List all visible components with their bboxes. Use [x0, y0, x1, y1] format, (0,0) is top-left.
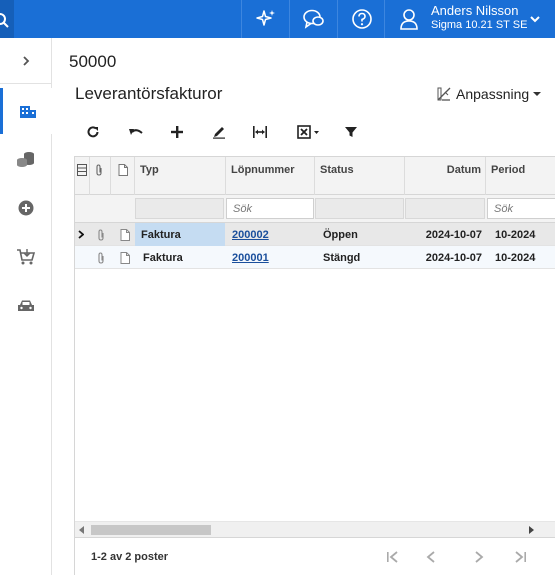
cell-datum: 2024-10-07: [425, 252, 482, 264]
column-header-status[interactable]: Status: [315, 157, 405, 195]
add-icon: [171, 126, 183, 138]
cell-status: Öppen: [323, 229, 358, 241]
sidebar-expand-button[interactable]: [0, 38, 52, 84]
export-button[interactable]: [290, 118, 328, 146]
pager-count: 1-2 av 2 poster: [91, 551, 169, 563]
fit-columns-icon: [253, 126, 267, 138]
help-button[interactable]: [337, 0, 385, 38]
scrollbar-thumb[interactable]: [91, 525, 211, 535]
filter-typ[interactable]: [135, 198, 224, 219]
chevron-down-icon: [530, 16, 540, 23]
chat-button[interactable]: [289, 0, 337, 38]
column-header-period[interactable]: Period: [486, 157, 555, 195]
page-title: Leverantörsfakturor: [75, 84, 223, 103]
document-icon: [118, 164, 128, 176]
add-circle-icon: [18, 200, 34, 216]
customize-menu[interactable]: Anpassning: [436, 86, 542, 102]
grid-header: Typ Löpnummer Status Datum Period: [75, 157, 555, 195]
user-icon: [400, 9, 418, 30]
sidebar-item-finance[interactable]: [0, 136, 52, 182]
table-row[interactable]: Faktura 200002 Öppen 2024-10-07 10-2024: [75, 223, 555, 246]
cell-period: 10-2024: [495, 252, 536, 264]
user-name: Anders Nilsson: [431, 3, 519, 18]
first-page-icon: [387, 551, 398, 563]
car-icon: [18, 300, 34, 311]
columns-icon: [77, 164, 87, 176]
building-icon: [19, 106, 36, 118]
scroll-left-icon[interactable]: [79, 526, 85, 534]
sidebar-item-purchase[interactable]: [0, 234, 52, 280]
current-row-icon: [78, 230, 84, 239]
customize-icon: [437, 87, 451, 101]
filter-status[interactable]: [315, 198, 404, 219]
note-header: [111, 157, 135, 195]
sidebar-item-add[interactable]: [0, 185, 52, 231]
filter-icon: [345, 127, 357, 137]
filter-datum[interactable]: [405, 198, 485, 219]
help-icon: [351, 9, 372, 29]
last-page-icon: [515, 551, 526, 563]
cell-period: 10-2024: [495, 229, 536, 241]
horizontal-scrollbar[interactable]: [75, 521, 555, 537]
filter-period[interactable]: Sök: [487, 198, 555, 219]
cell-typ[interactable]: Faktura: [135, 223, 225, 246]
top-bar: Anders Nilsson Sigma 10.21 ST SE: [0, 0, 555, 38]
cell-lopnummer-link[interactable]: 200001: [226, 246, 315, 269]
refresh-icon: [87, 126, 99, 138]
first-page-button[interactable]: [385, 549, 401, 565]
paperclip-icon[interactable]: [97, 229, 105, 241]
refresh-button[interactable]: [77, 118, 109, 146]
table-row[interactable]: Faktura 200001 Stängd 2024-10-07 10-2024: [75, 246, 555, 269]
edit-button[interactable]: [203, 118, 235, 146]
user-company: Sigma 10.21 ST SE: [431, 19, 528, 31]
sparkle-icon: [255, 10, 275, 26]
scroll-right-icon[interactable]: [529, 526, 535, 534]
company-id: 50000: [69, 52, 117, 71]
chat-icon: [302, 9, 324, 29]
column-header-lopnummer[interactable]: Löpnummer: [226, 157, 315, 195]
next-page-button[interactable]: [471, 549, 487, 565]
filter-row: Sök Sök: [75, 195, 555, 223]
sidebar: [0, 38, 52, 575]
search-icon: [0, 13, 9, 28]
paperclip-icon: [96, 164, 102, 176]
undo-icon: [129, 129, 143, 135]
fit-columns-button[interactable]: [244, 118, 276, 146]
cell-lopnummer-link[interactable]: 200002: [226, 223, 315, 246]
paperclip-icon[interactable]: [97, 252, 105, 264]
user-menu[interactable]: Anders Nilsson Sigma 10.21 ST SE: [384, 0, 555, 38]
last-page-button[interactable]: [512, 549, 528, 565]
cell-typ[interactable]: Faktura: [137, 246, 225, 269]
undo-button[interactable]: [120, 118, 152, 146]
grid-footer: 1-2 av 2 poster: [75, 537, 555, 576]
column-header-datum[interactable]: Datum: [405, 157, 486, 195]
sidebar-item-company[interactable]: [0, 88, 52, 134]
sidebar-item-vehicles[interactable]: [0, 283, 52, 329]
filter-button[interactable]: [335, 118, 367, 146]
coins-icon: [17, 152, 34, 167]
column-header-typ[interactable]: Typ: [135, 157, 226, 195]
filter-lopnummer[interactable]: Sök: [226, 198, 314, 219]
cell-datum: 2024-10-07: [425, 229, 482, 241]
document-icon[interactable]: [120, 229, 130, 241]
caret-down-icon: [533, 92, 542, 96]
add-button[interactable]: [161, 118, 193, 146]
chevron-right-icon: [23, 55, 30, 66]
export-icon: [297, 125, 319, 139]
row-menu-header[interactable]: [75, 157, 90, 195]
previous-page-button[interactable]: [423, 549, 439, 565]
attachment-header: [90, 157, 111, 195]
cart-icon: [17, 249, 36, 265]
cell-status: Stängd: [323, 252, 361, 264]
document-icon[interactable]: [120, 252, 130, 264]
ai-assistant-button[interactable]: [241, 0, 289, 38]
chevron-left-icon: [426, 551, 435, 563]
chevron-right-icon: [475, 551, 484, 563]
search-button[interactable]: [0, 0, 14, 38]
customize-label: Anpassning: [456, 86, 530, 102]
edit-icon: [213, 127, 225, 139]
invoice-grid: Typ Löpnummer Status Datum Period Sök Sö…: [74, 156, 555, 576]
